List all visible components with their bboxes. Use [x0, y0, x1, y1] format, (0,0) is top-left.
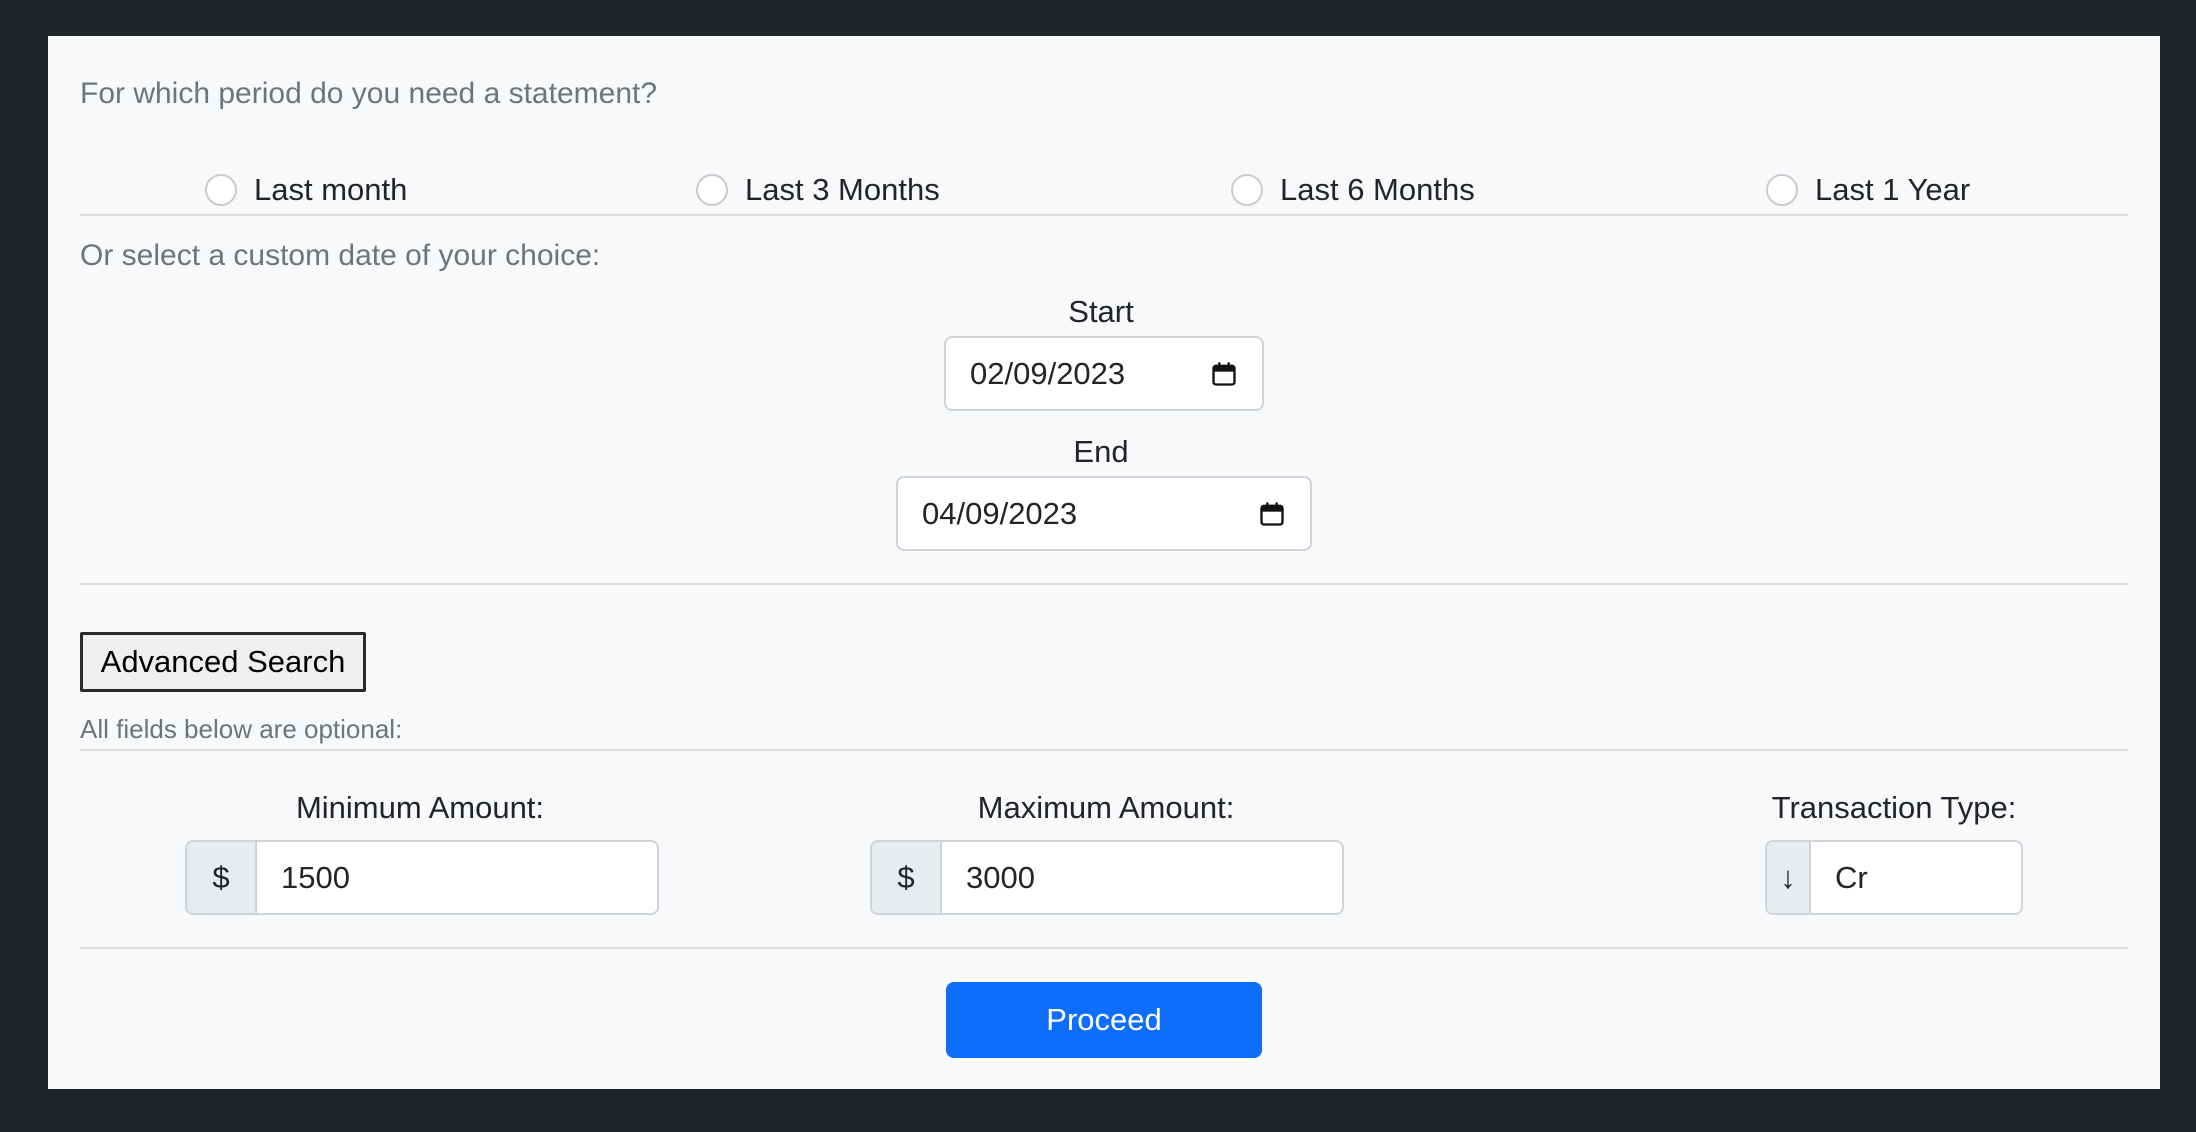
transaction-type-select[interactable]: Cr — [1809, 840, 2023, 915]
calendar-icon[interactable] — [1258, 500, 1286, 528]
start-date-label: Start — [1068, 294, 1134, 329]
proceed-button[interactable]: Proceed — [946, 982, 1262, 1058]
period-question: For which period do you need a statement… — [80, 77, 658, 110]
start-date-input[interactable]: 02/09/2023 — [944, 336, 1264, 411]
radio-label: Last 3 Months — [745, 172, 940, 207]
radio-button[interactable] — [1231, 174, 1263, 206]
optional-note: All fields below are optional: — [80, 714, 403, 744]
max-amount-group: $ 3000 — [870, 840, 1344, 915]
advanced-search-button[interactable]: Advanced Search — [80, 632, 366, 692]
radio-label: Last month — [254, 172, 408, 207]
radio-last-month[interactable]: Last month — [205, 170, 407, 210]
min-amount-input[interactable]: 1500 — [255, 840, 659, 915]
dollar-prefix: $ — [870, 840, 940, 915]
divider — [80, 583, 2128, 585]
arrow-down-icon: ↓ — [1765, 840, 1809, 915]
radio-last-3-months[interactable]: Last 3 Months — [696, 170, 940, 210]
radio-button[interactable] — [205, 174, 237, 206]
radio-last-1-year[interactable]: Last 1 Year — [1766, 170, 1970, 210]
min-amount-group: $ 1500 — [185, 840, 659, 915]
max-amount-label: Maximum Amount: — [977, 790, 1235, 825]
dollar-prefix: $ — [185, 840, 255, 915]
start-date-value: 02/09/2023 — [970, 355, 1126, 391]
min-amount-label: Minimum Amount: — [295, 790, 545, 825]
calendar-icon[interactable] — [1210, 360, 1238, 388]
radio-button[interactable] — [1766, 174, 1798, 206]
divider — [80, 749, 2128, 751]
radio-label: Last 6 Months — [1280, 172, 1475, 207]
divider — [80, 214, 2128, 216]
statement-form-card: For which period do you need a statement… — [48, 36, 2160, 1089]
end-date-label: End — [1073, 434, 1129, 469]
end-date-value: 04/09/2023 — [922, 495, 1078, 531]
radio-label: Last 1 Year — [1815, 172, 1971, 207]
transaction-type-group: ↓ Cr — [1765, 840, 2023, 915]
divider — [80, 947, 2128, 949]
radio-last-6-months[interactable]: Last 6 Months — [1231, 170, 1475, 210]
transaction-type-label: Transaction Type: — [1771, 790, 2017, 825]
end-date-input[interactable]: 04/09/2023 — [896, 476, 1312, 551]
max-amount-input[interactable]: 3000 — [940, 840, 1344, 915]
custom-date-label: Or select a custom date of your choice: — [80, 239, 601, 272]
radio-button[interactable] — [696, 174, 728, 206]
